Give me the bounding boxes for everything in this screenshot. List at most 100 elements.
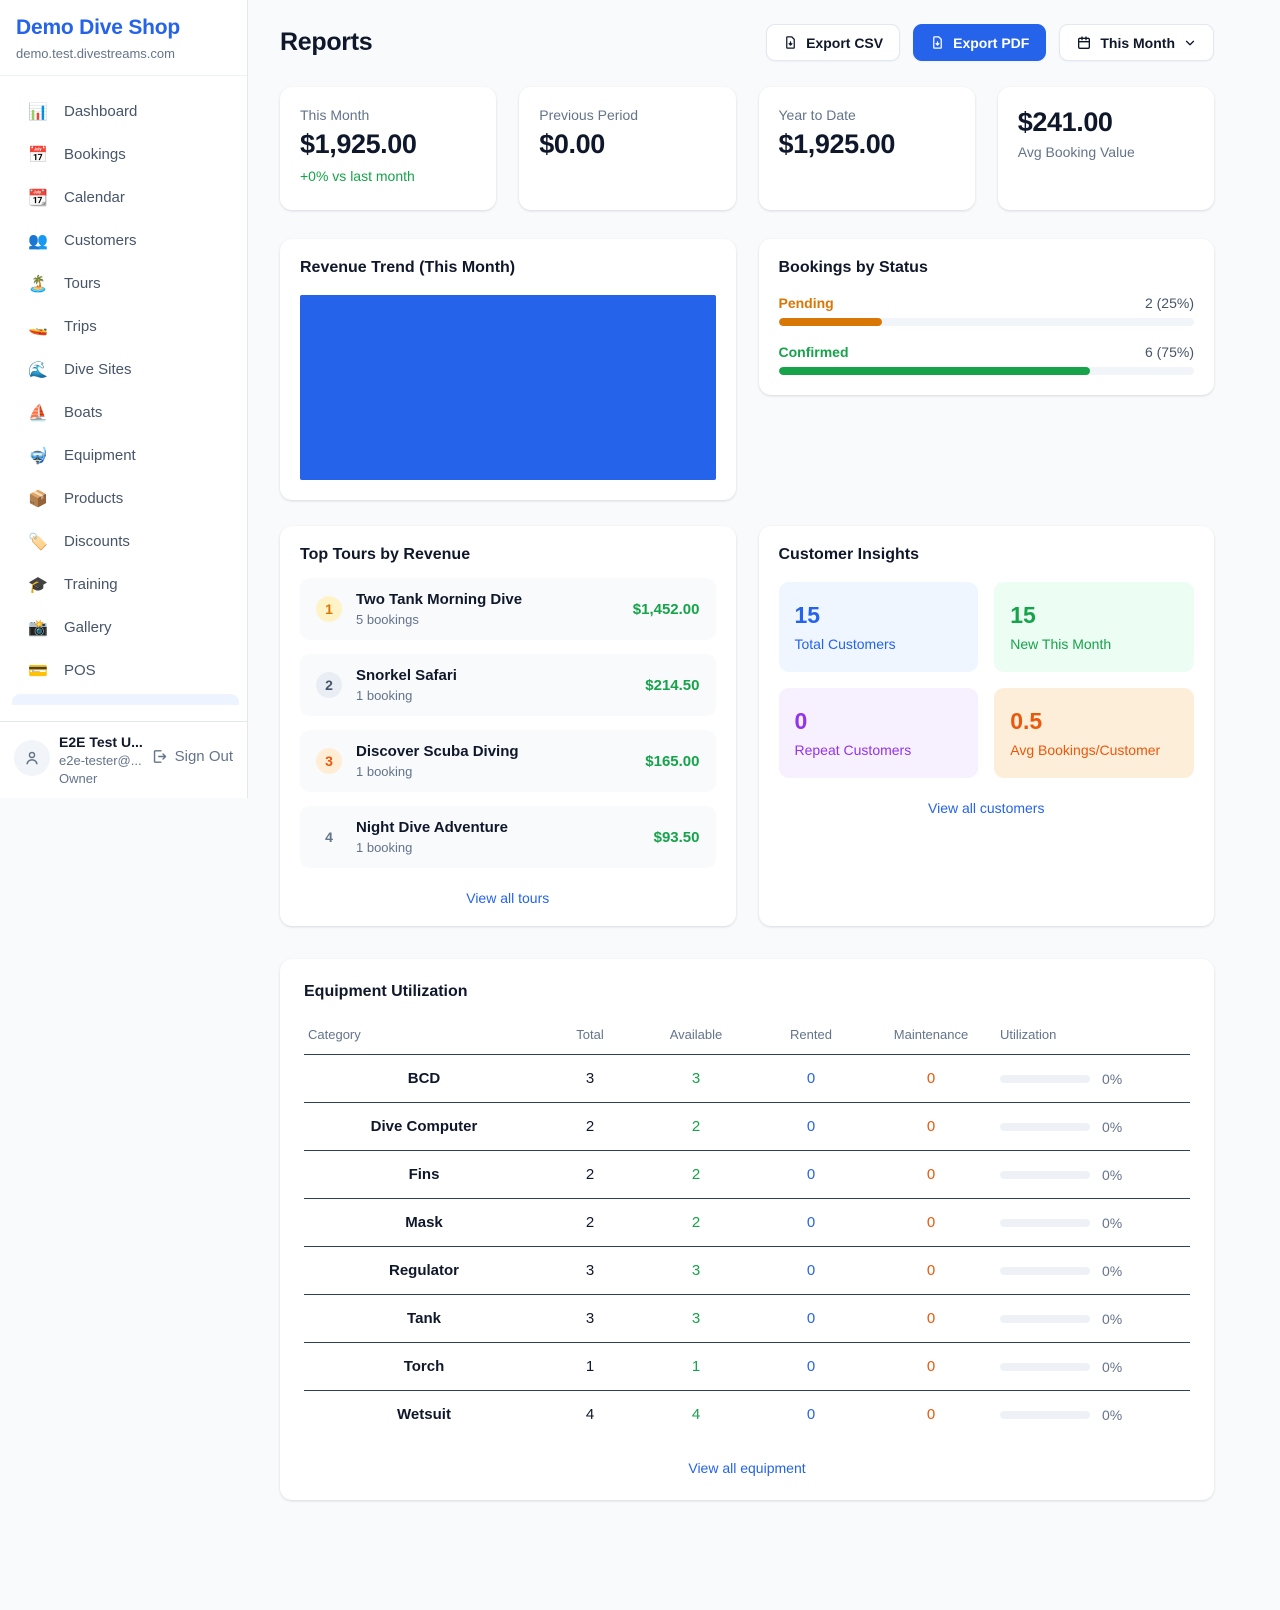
page-header: Reports Export CSV Export PDF This Month (280, 24, 1214, 61)
sidebar-item-dashboard[interactable]: 📊Dashboard (0, 90, 247, 133)
sidebar-item-tours[interactable]: 🏝️Tours (0, 262, 247, 305)
table-row: Dive Computer22000% (304, 1103, 1190, 1151)
column-header-total: Total (544, 1017, 636, 1055)
sidebar-item-pos[interactable]: 💳POS (0, 649, 247, 692)
cell-category: Torch (304, 1343, 544, 1391)
sign-out-button[interactable]: Sign Out (151, 748, 233, 765)
stat-value: $1,925.00 (300, 129, 476, 160)
tour-bookings: 1 booking (356, 764, 631, 779)
sidebar-item-label: Bookings (64, 146, 126, 163)
insight-label: New This Month (1010, 636, 1178, 652)
cell-available: 3 (636, 1247, 756, 1295)
table-row: BCD33000% (304, 1055, 1190, 1103)
utilization-bar-track (1000, 1075, 1090, 1083)
export-pdf-button[interactable]: Export PDF (913, 24, 1046, 61)
list-item: 4 Night Dive Adventure 1 booking $93.50 (300, 806, 716, 868)
diving-mask-icon: 🤿 (28, 446, 48, 466)
sidebar-item-label: Training (64, 576, 118, 593)
cell-utilization: 0% (996, 1055, 1190, 1103)
utilization-percent: 0% (1102, 1407, 1122, 1423)
equipment-utilization-title: Equipment Utilization (304, 983, 1190, 1001)
package-icon: 📦 (28, 489, 48, 509)
sidebar-item-calendar[interactable]: 📆Calendar (0, 176, 247, 219)
sidebar-item-label: Boats (64, 404, 102, 421)
sidebar-item-label: Dive Sites (64, 361, 132, 378)
sidebar-item-boats[interactable]: ⛵Boats (0, 391, 247, 434)
cell-maintenance: 0 (866, 1391, 996, 1439)
customer-insights-title: Customer Insights (779, 546, 1195, 564)
period-dropdown[interactable]: This Month (1059, 24, 1214, 61)
list-item: 1 Two Tank Morning Dive 5 bookings $1,45… (300, 578, 716, 640)
sidebar-item-training[interactable]: 🎓Training (0, 563, 247, 606)
tour-revenue: $1,452.00 (633, 601, 700, 618)
cell-category: Mask (304, 1199, 544, 1247)
cell-category: BCD (304, 1055, 544, 1103)
utilization-bar-track (1000, 1411, 1090, 1419)
sidebar-item-bookings[interactable]: 📅 Bookings (0, 133, 247, 176)
cell-rented: 0 (756, 1391, 866, 1439)
avatar (14, 740, 50, 776)
insight-grid: 15 Total Customers 15 New This Month 0 R… (779, 582, 1195, 778)
status-count: 2 (25%) (1145, 295, 1194, 311)
cell-total: 2 (544, 1103, 636, 1151)
sidebar-item-label: Discounts (64, 533, 130, 550)
column-header-maintenance: Maintenance (866, 1017, 996, 1055)
cell-rented: 0 (756, 1343, 866, 1391)
tour-name: Night Dive Adventure (356, 819, 640, 836)
table-row: Torch11000% (304, 1343, 1190, 1391)
bookings-by-status-card: Bookings by Status Pending 2 (25%) Confi… (759, 239, 1215, 395)
tour-name: Two Tank Morning Dive (356, 591, 619, 608)
column-header-category: Category (304, 1017, 544, 1055)
cell-utilization: 0% (996, 1199, 1190, 1247)
stat-label: This Month (300, 107, 476, 123)
export-csv-button[interactable]: Export CSV (766, 24, 900, 61)
table-row: Regulator33000% (304, 1247, 1190, 1295)
sidebar-item-reports-partial[interactable] (12, 694, 239, 705)
column-header-available: Available (636, 1017, 756, 1055)
rank-badge: 4 (316, 824, 342, 850)
view-all-customers-link[interactable]: View all customers (779, 800, 1195, 816)
sidebar-item-equipment[interactable]: 🤿Equipment (0, 434, 247, 477)
equipment-utilization-card: Equipment Utilization Category Total Ava… (280, 959, 1214, 1500)
cell-total: 3 (544, 1247, 636, 1295)
stat-card-previous-period: Previous Period $0.00 (519, 87, 735, 210)
camera-icon: 📸 (28, 618, 48, 638)
chevron-down-icon (1183, 36, 1197, 50)
stat-value: $0.00 (539, 129, 715, 160)
insight-tile-avg-bookings: 0.5 Avg Bookings/Customer (994, 688, 1194, 778)
cell-available: 3 (636, 1055, 756, 1103)
calendar-icon: 📅 (28, 145, 48, 165)
people-icon: 👥 (28, 231, 48, 251)
sidebar-item-gallery[interactable]: 📸Gallery (0, 606, 247, 649)
view-all-tours-link[interactable]: View all tours (300, 890, 716, 906)
rank-badge: 3 (316, 748, 342, 774)
sidebar-item-customers[interactable]: 👥Customers (0, 219, 247, 262)
export-pdf-label: Export PDF (953, 35, 1029, 51)
cell-category: Fins (304, 1151, 544, 1199)
insight-tile-total-customers: 15 Total Customers (779, 582, 979, 672)
cell-rented: 0 (756, 1055, 866, 1103)
status-bar-fill (779, 318, 883, 326)
sidebar-item-products[interactable]: 📦Products (0, 477, 247, 520)
sign-out-label: Sign Out (175, 748, 233, 765)
status-bar-track (779, 367, 1195, 375)
status-bar-track (779, 318, 1195, 326)
sidebar-item-label: Calendar (64, 189, 125, 206)
table-row: Mask22000% (304, 1199, 1190, 1247)
sidebar-item-trips[interactable]: 🚤Trips (0, 305, 247, 348)
top-tours-card: Top Tours by Revenue 1 Two Tank Morning … (280, 526, 736, 926)
view-all-equipment-link[interactable]: View all equipment (304, 1460, 1190, 1476)
file-download-icon (783, 35, 798, 50)
cell-utilization: 0% (996, 1103, 1190, 1151)
price-tag-icon: 🏷️ (28, 532, 48, 552)
sidebar-item-dive-sites[interactable]: 🌊 Dive Sites (0, 348, 247, 391)
sidebar-item-discounts[interactable]: 🏷️ Discounts (0, 520, 247, 563)
wave-icon: 🌊 (28, 360, 48, 380)
utilization-bar-track (1000, 1123, 1090, 1131)
cell-category: Tank (304, 1295, 544, 1343)
insight-value: 15 (1010, 602, 1178, 629)
cell-maintenance: 0 (866, 1151, 996, 1199)
speedboat-icon: 🚤 (28, 317, 48, 337)
bookings-by-status-title: Bookings by Status (779, 259, 1195, 277)
user-email: e2e-tester@... (59, 753, 142, 768)
